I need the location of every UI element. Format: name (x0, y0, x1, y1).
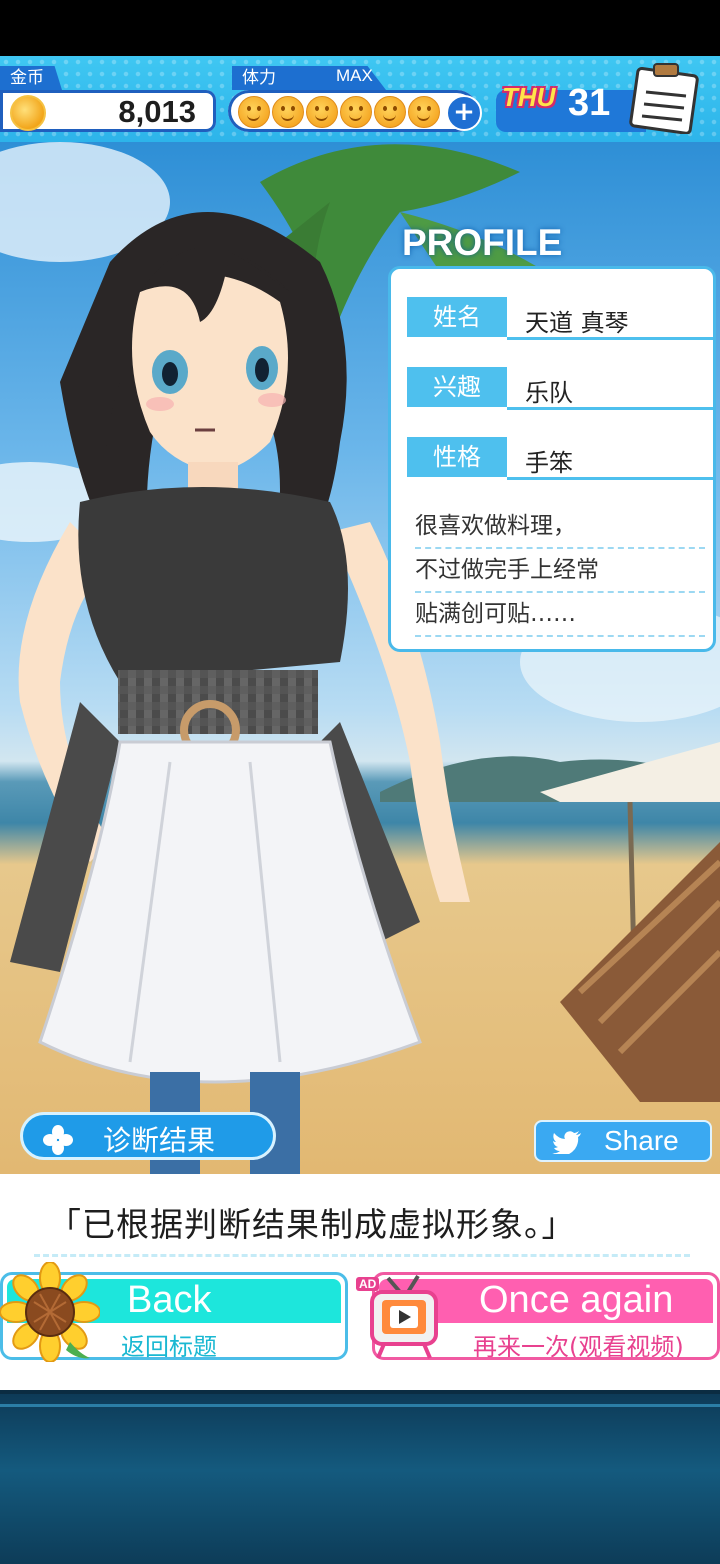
divider (507, 337, 713, 340)
description-line: 贴满创可贴…… (415, 593, 705, 637)
back-label: Back (127, 1279, 212, 1321)
stamina-smile-icon (340, 96, 372, 128)
stamina-smile-icon (374, 96, 406, 128)
stamina-smile-icon (238, 96, 270, 128)
profile-row-hobby: 兴趣 乐队 (407, 367, 713, 411)
gold-value: 8,013 (118, 94, 196, 129)
profile-value: 乐队 (525, 379, 573, 407)
calendar-memo-icon[interactable] (628, 62, 702, 134)
profile-card: 姓名 天道 真琴 兴趣 乐队 性格 手笨 很喜欢做料理， 不过做完手上经常 贴满… (388, 266, 716, 652)
again-label: Once again (479, 1279, 674, 1321)
profile-value: 手笨 (525, 449, 573, 477)
divider (507, 477, 713, 480)
clover-icon (43, 1125, 73, 1155)
twitter-bird-icon (552, 1131, 581, 1154)
stamina-meter (228, 90, 478, 132)
profile-key: 姓名 (407, 297, 507, 337)
system-status-bar (0, 0, 720, 56)
stamina-smile-icon (306, 96, 338, 128)
stamina-smile-icon (272, 96, 304, 128)
stamina-smile-icon (408, 96, 440, 128)
profile-key: 性格 (407, 437, 507, 477)
gold-counter: 8,013 (0, 90, 216, 132)
add-stamina-button[interactable]: + (446, 95, 482, 131)
day-name: THU (502, 82, 556, 112)
stamina-max-label: MAX (336, 66, 373, 85)
dialog-text: 「已根据判断结果制成虚拟形象。」 (48, 1205, 576, 1244)
profile-row-name: 姓名 天道 真琴 (407, 297, 713, 341)
divider (507, 407, 713, 410)
gold-label: 金币 (0, 66, 62, 90)
again-sublabel: 再来一次(观看视频) (473, 1333, 684, 1360)
share-button[interactable]: Share (534, 1120, 712, 1162)
top-hud: 金币 8,013 体力 MAX + THU 31 (0, 56, 720, 142)
share-label: Share (604, 1125, 679, 1156)
back-sublabel: 返回标题 (121, 1333, 217, 1360)
profile-row-personality: 性格 手笨 (407, 437, 713, 481)
description-line: 很喜欢做料理， (415, 505, 705, 549)
diagnosis-label: 诊断结果 (103, 1124, 216, 1157)
profile-key: 兴趣 (407, 367, 507, 407)
divider (0, 1404, 720, 1407)
ad-badge: AD (356, 1277, 380, 1291)
dialog-divider (34, 1254, 690, 1257)
description-line: 不过做完手上经常 (415, 549, 705, 593)
profile-value: 天道 真琴 (525, 309, 629, 337)
coin-icon (10, 95, 46, 131)
profile-title: PROFILE (402, 222, 563, 263)
bottom-panel (0, 1390, 720, 1564)
sunflower-icon (0, 1262, 100, 1362)
day-number: 31 (568, 82, 611, 124)
profile-description: 很喜欢做料理， 不过做完手上经常 贴满创可贴…… (415, 505, 705, 637)
diagnosis-result-tab[interactable]: 诊断结果 (20, 1112, 276, 1160)
